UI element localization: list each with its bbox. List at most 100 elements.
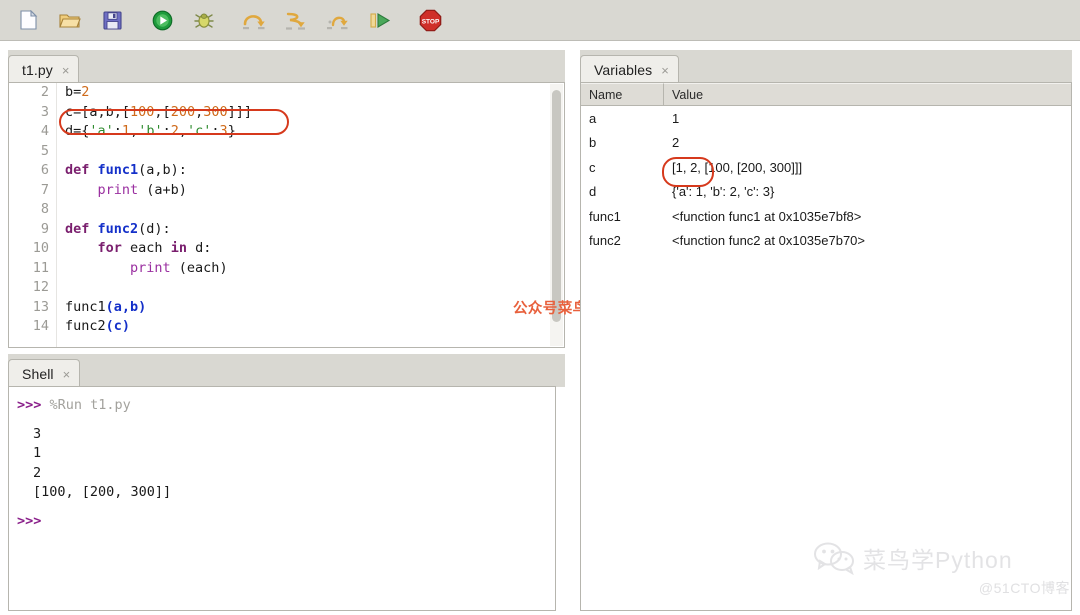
open-file-button[interactable] xyxy=(56,6,84,34)
tab-label: t1.py xyxy=(22,62,53,78)
variable-name: d xyxy=(581,184,664,199)
variable-name: func1 xyxy=(581,209,664,224)
shell-command-line: >>> %Run t1.py xyxy=(9,396,555,416)
line-number-gutter: 2 3 4 5 6 7 8 9 10 11 12 13 14 xyxy=(9,83,57,347)
code-line xyxy=(65,278,555,298)
code-line: d={'a':1,'b':2,'c':3} xyxy=(65,122,555,142)
variable-value: <function func2 at 0x1035e7b70> xyxy=(664,233,865,248)
line-number: 8 xyxy=(9,200,56,220)
tab-label: Variables xyxy=(594,62,652,78)
code-line: def func1(a,b): xyxy=(65,161,555,181)
new-file-button[interactable] xyxy=(14,6,42,34)
save-disk-icon xyxy=(103,11,122,30)
line-number: 2 xyxy=(9,83,56,103)
shell-output-line: 3 xyxy=(9,425,555,445)
run-play-icon xyxy=(152,10,173,31)
code-line xyxy=(65,142,555,162)
code-line: func1(a,b) xyxy=(65,298,555,318)
shell-tabstrip: Shell × xyxy=(8,354,565,387)
variables-tabstrip: Variables × xyxy=(580,50,1072,83)
step-into-icon xyxy=(284,10,308,30)
stop-button[interactable]: STOP xyxy=(416,6,444,34)
code-line: func2(c) xyxy=(65,317,555,337)
variables-panel: Variables × Name Value a 1 b 2 c [1, 2, … xyxy=(580,50,1072,611)
line-number: 5 xyxy=(9,142,56,162)
tab-shell[interactable]: Shell × xyxy=(8,359,80,388)
resume-button[interactable] xyxy=(366,6,394,34)
variable-name: a xyxy=(581,111,664,126)
table-row[interactable]: a 1 xyxy=(581,106,1071,131)
line-number: 3 xyxy=(9,103,56,123)
shell-prompt: >>> xyxy=(17,397,41,413)
code-content: b=2 c=[a,b,[100,[200,300]]] d={'a':1,'b'… xyxy=(65,83,555,337)
step-out-icon xyxy=(326,10,350,30)
resume-icon xyxy=(368,10,392,30)
line-number: 7 xyxy=(9,181,56,201)
editor-text-area[interactable]: 2 3 4 5 6 7 8 9 10 11 12 13 14 b=2 c=[a,… xyxy=(8,82,565,348)
line-number: 14 xyxy=(9,317,56,337)
code-line: print (a+b) xyxy=(65,181,555,201)
tab-label: Shell xyxy=(22,366,54,382)
code-line: def func2(d): xyxy=(65,220,555,240)
code-line xyxy=(65,200,555,220)
run-button[interactable] xyxy=(148,6,176,34)
svg-text:STOP: STOP xyxy=(421,18,439,25)
variable-value: {'a': 1, 'b': 2, 'c': 3} xyxy=(664,184,774,199)
shell-output-area[interactable]: >>> %Run t1.py 3 1 2 [100, [200, 300]] >… xyxy=(8,386,556,611)
table-row[interactable]: func2 <function func2 at 0x1035e7b70> xyxy=(581,229,1071,254)
editor-tabstrip: t1.py × xyxy=(8,50,565,83)
line-number: 9 xyxy=(9,220,56,240)
step-over-button[interactable] xyxy=(240,6,268,34)
line-number: 12 xyxy=(9,278,56,298)
shell-output-line: [100, [200, 300]] xyxy=(9,483,555,503)
shell-command-text: %Run t1.py xyxy=(50,397,131,413)
scrollbar-thumb[interactable] xyxy=(552,90,561,322)
table-row[interactable]: func1 <function func1 at 0x1035e7bf8> xyxy=(581,204,1071,229)
shell-prompt-end: >>> xyxy=(9,512,555,532)
debug-button[interactable] xyxy=(190,6,218,34)
line-number: 13 xyxy=(9,298,56,318)
line-number: 11 xyxy=(9,259,56,279)
variables-table-header: Name Value xyxy=(581,83,1071,106)
code-line: b=2 xyxy=(65,83,555,103)
shell-panel: Shell × >>> %Run t1.py 3 1 2 [100, [200,… xyxy=(8,354,565,611)
table-row[interactable]: d {'a': 1, 'b': 2, 'c': 3} xyxy=(581,180,1071,205)
close-icon[interactable]: × xyxy=(62,64,70,77)
variable-name: b xyxy=(581,135,664,150)
editor-panel: t1.py × 2 3 4 5 6 7 8 9 10 11 12 13 14 b xyxy=(8,50,565,348)
main-toolbar: STOP xyxy=(0,0,1080,41)
variables-table: Name Value a 1 b 2 c [1, 2, [100, [200, … xyxy=(580,82,1072,611)
variable-value: [1, 2, [100, [200, 300]]] xyxy=(664,160,802,175)
variable-value: <function func1 at 0x1035e7bf8> xyxy=(664,209,861,224)
step-into-button[interactable] xyxy=(282,6,310,34)
table-row[interactable]: c [1, 2, [100, [200, 300]]] xyxy=(581,155,1071,180)
variable-name: func2 xyxy=(581,233,664,248)
line-number: 6 xyxy=(9,161,56,181)
close-icon[interactable]: × xyxy=(661,64,669,77)
table-row[interactable]: b 2 xyxy=(581,131,1071,156)
new-file-icon xyxy=(19,10,38,30)
tab-variables[interactable]: Variables × xyxy=(580,55,679,84)
variable-name: c xyxy=(581,160,664,175)
tab-t1py[interactable]: t1.py × xyxy=(8,55,79,84)
column-header-value[interactable]: Value xyxy=(664,83,1071,105)
thonny-ide-window: STOP t1.py × 2 3 4 5 6 7 8 9 10 11 12 xyxy=(0,0,1080,615)
stop-sign-icon: STOP xyxy=(419,9,442,32)
column-header-name[interactable]: Name xyxy=(581,83,664,105)
step-over-icon xyxy=(242,10,266,30)
variable-value: 1 xyxy=(664,111,679,126)
code-line: for each in d: xyxy=(65,239,555,259)
code-line: c=[a,b,[100,[200,300]]] xyxy=(65,103,555,123)
close-icon[interactable]: × xyxy=(63,368,71,381)
debug-bug-icon xyxy=(193,10,215,31)
save-file-button[interactable] xyxy=(98,6,126,34)
shell-output-line: 2 xyxy=(9,464,555,484)
line-number: 4 xyxy=(9,122,56,142)
shell-command xyxy=(41,397,49,413)
line-number: 10 xyxy=(9,239,56,259)
step-out-button[interactable] xyxy=(324,6,352,34)
shell-output-line: 1 xyxy=(9,444,555,464)
variable-value: 2 xyxy=(664,135,679,150)
open-folder-icon xyxy=(59,11,81,30)
code-line: print (each) xyxy=(65,259,555,279)
